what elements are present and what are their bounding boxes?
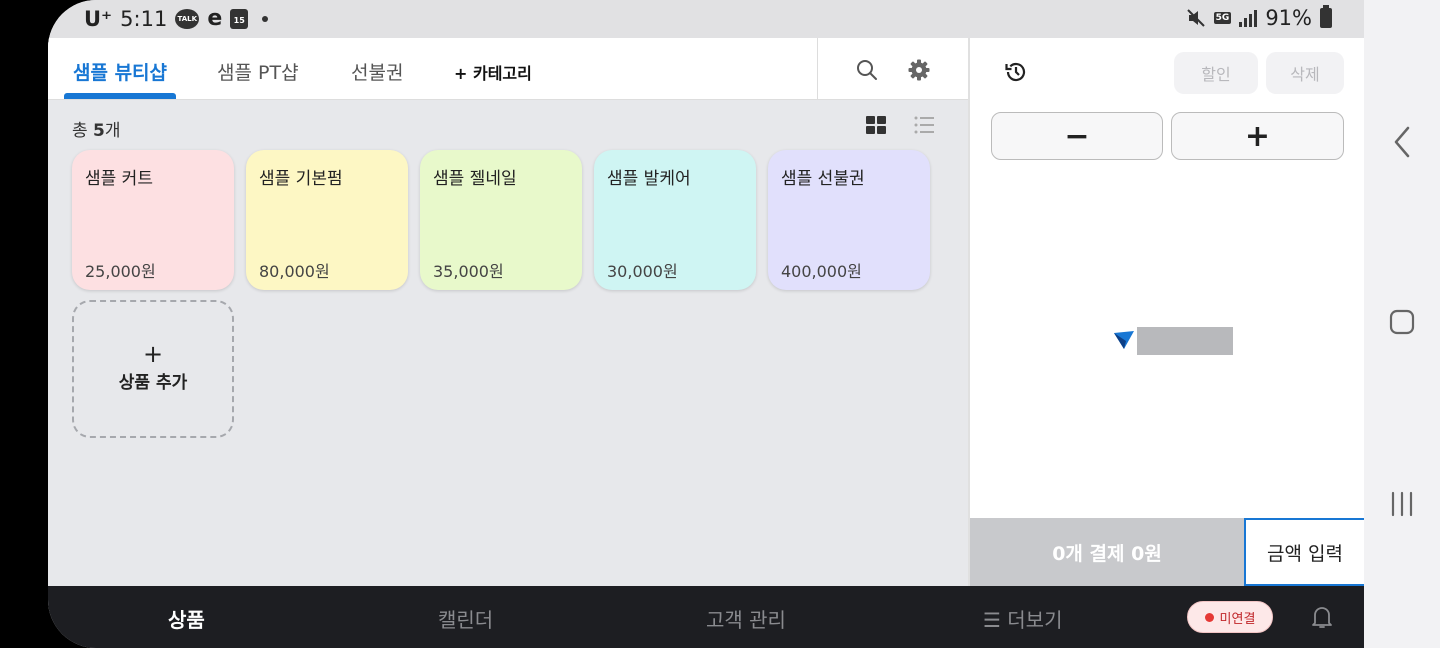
- add-product-label: 상품 추가: [118, 373, 188, 393]
- decrease-quantity-button[interactable]: −: [991, 112, 1163, 160]
- amount-input-button[interactable]: 금액 입력: [1244, 518, 1364, 586]
- back-button[interactable]: [1364, 122, 1440, 162]
- system-navigation-bar: [1364, 0, 1440, 648]
- delete-button[interactable]: 삭제: [1266, 52, 1344, 94]
- connection-status-badge[interactable]: 미연결: [1187, 601, 1273, 633]
- count-prefix: 총: [72, 121, 94, 141]
- tab-sample-pt-shop[interactable]: 샘플 PT샵: [217, 58, 299, 85]
- discount-button[interactable]: 할인: [1174, 52, 1258, 94]
- category-tabs: 샘플 뷰티샵 샘플 PT샵 선불권 + 카테고리: [48, 38, 968, 100]
- nav-more[interactable]: ☰ 더보기: [983, 604, 1063, 633]
- search-icon[interactable]: [855, 58, 879, 82]
- product-name: 샘플 커트: [85, 169, 153, 189]
- brand-logo-icon: [1114, 331, 1134, 349]
- product-pane: 샘플 뷰티샵 샘플 PT샵 선불권 + 카테고리 총 5개 샘플 커트 25,0…: [48, 38, 968, 586]
- network-5g-icon: 5G: [1213, 12, 1232, 24]
- product-card-cut[interactable]: 샘플 커트 25,000원: [72, 150, 234, 290]
- battery-icon: [1320, 5, 1332, 28]
- product-name: 샘플 발케어: [607, 169, 691, 189]
- product-count: 총 5개: [72, 116, 121, 141]
- more-notifications-dot-icon: [262, 15, 269, 22]
- pay-button[interactable]: 0개 결제 0원: [970, 518, 1244, 586]
- product-card-prepaid[interactable]: 샘플 선불권 400,000원: [768, 150, 930, 290]
- increase-quantity-button[interactable]: +: [1171, 112, 1344, 160]
- nav-customers[interactable]: 고객 관리: [706, 604, 786, 633]
- product-card-gel-nail[interactable]: 샘플 젤네일 35,000원: [420, 150, 582, 290]
- history-icon[interactable]: [1004, 60, 1028, 84]
- app-screen: U⁺ 5:11 TALK e 15 5G 91% 샘플 뷰티샵 샘플 PT샵 선…: [48, 0, 1364, 648]
- product-price: 30,000원: [607, 262, 678, 281]
- tab-prepaid[interactable]: 선불권: [351, 58, 403, 85]
- list-view-icon[interactable]: [913, 114, 935, 136]
- recents-button[interactable]: [1364, 484, 1440, 524]
- cart-pane: 할인 삭제 − + 0개 결제 0원 금액 입력: [968, 38, 1364, 586]
- status-bar: U⁺ 5:11 TALK e 15 5G 91%: [48, 0, 1364, 38]
- product-card-perm[interactable]: 샘플 기본펌 80,000원: [246, 150, 408, 290]
- tab-divider: [817, 38, 818, 100]
- count-suffix: 개: [104, 121, 121, 141]
- home-button[interactable]: [1364, 302, 1440, 342]
- add-product-button[interactable]: + 상품 추가: [72, 300, 234, 438]
- product-price: 80,000원: [259, 262, 330, 281]
- product-card-foot-care[interactable]: 샘플 발케어 30,000원: [594, 150, 756, 290]
- bell-icon[interactable]: [1310, 604, 1334, 630]
- product-name: 샘플 젤네일: [433, 169, 517, 189]
- calendar-icon: 15: [230, 8, 249, 29]
- connection-status-label: 미연결: [1219, 611, 1256, 627]
- product-price: 35,000원: [433, 262, 504, 281]
- clock: 5:11: [120, 6, 168, 31]
- mute-icon: [1186, 9, 1205, 27]
- signal-icon: [1239, 9, 1258, 27]
- add-plus-icon: +: [142, 340, 164, 368]
- browser-e-icon: e: [207, 6, 223, 31]
- status-dot-icon: [1204, 612, 1214, 622]
- brand-name-redacted: [1137, 327, 1233, 355]
- back-icon: [1394, 126, 1410, 158]
- grid-view-icon[interactable]: [865, 114, 887, 136]
- nav-products[interactable]: 상품: [168, 604, 205, 633]
- count-value: 5: [93, 121, 105, 141]
- active-tab-indicator: [64, 93, 176, 99]
- carrier-label: U⁺: [84, 6, 113, 31]
- product-price: 25,000원: [85, 262, 156, 281]
- kakaotalk-icon: TALK: [175, 8, 200, 29]
- tab-sample-beauty-shop[interactable]: 샘플 뷰티샵: [73, 58, 167, 85]
- bottom-navigation: 상품 캘린더 고객 관리 ☰ 더보기 미연결: [48, 586, 1364, 648]
- recents-icon: [1391, 491, 1413, 517]
- product-name: 샘플 선불권: [781, 169, 865, 189]
- battery-percent: 91%: [1265, 6, 1312, 30]
- product-name: 샘플 기본펌: [259, 169, 343, 189]
- product-price: 400,000원: [781, 262, 862, 281]
- settings-gear-icon[interactable]: [907, 58, 931, 82]
- add-category-button[interactable]: + 카테고리: [454, 60, 532, 84]
- nav-calendar[interactable]: 캘린더: [438, 604, 493, 633]
- home-icon: [1389, 309, 1415, 335]
